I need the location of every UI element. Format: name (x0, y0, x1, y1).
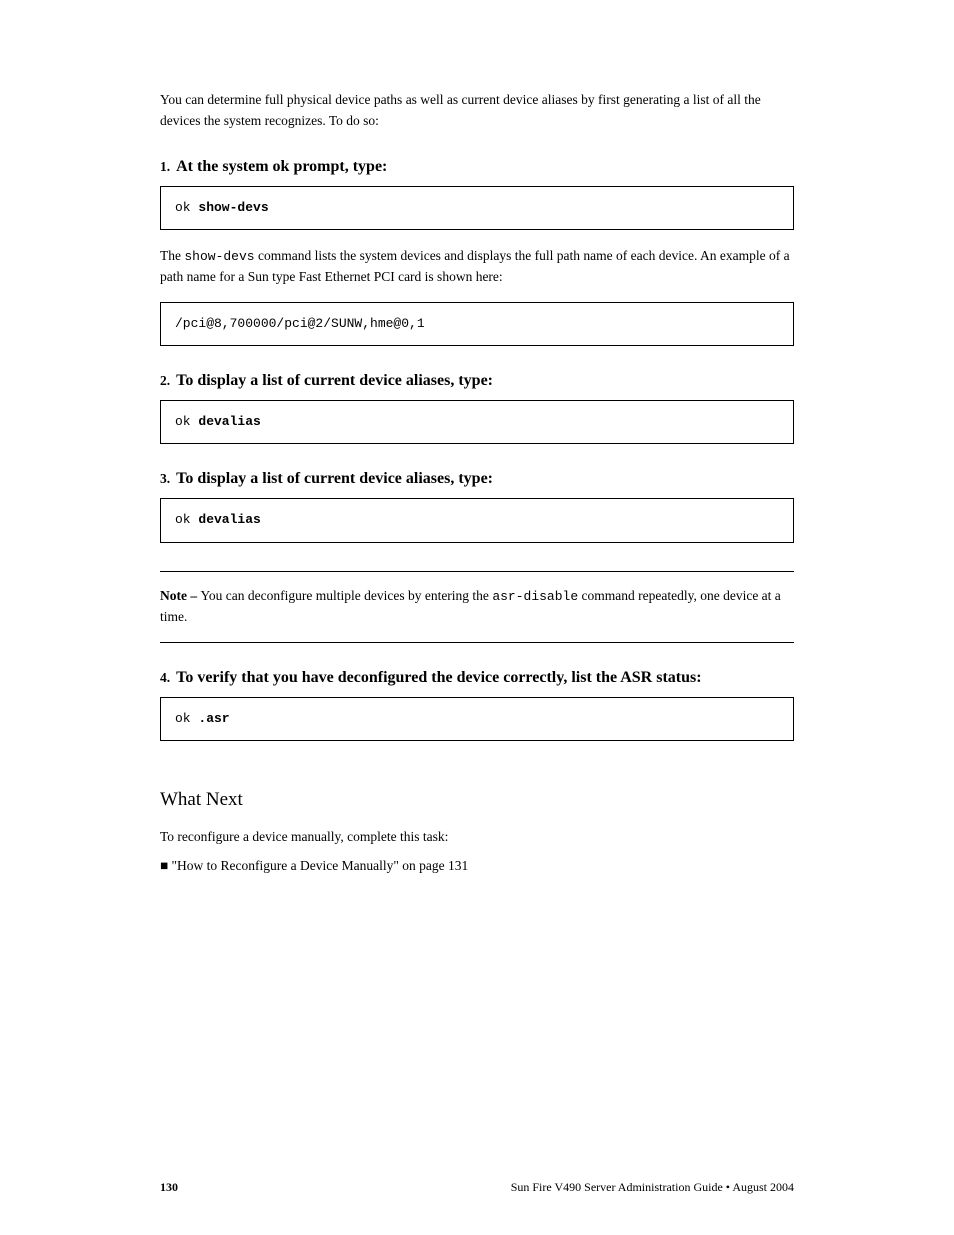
paragraph-2: The show-devs command lists the system d… (160, 246, 794, 288)
step-2-text: To display a list of current device alia… (176, 372, 493, 389)
step-4-number: 4. (160, 670, 170, 685)
step-1-line: 1. At the system ok prompt, type: (160, 158, 794, 176)
code3-cmd: devalias (198, 414, 260, 429)
step-2-line: 2. To display a list of current device al… (160, 372, 794, 390)
step-3-number: 3. (160, 471, 170, 486)
code1-cmd: show-devs (198, 200, 268, 215)
footer-doc-title: Sun Fire V490 Server Administration Guid… (511, 1180, 794, 1195)
code-box-5: ok .asr (160, 697, 794, 741)
step-3-line: 3. To display a list of current device al… (160, 470, 794, 488)
what-next-body: To reconfigure a device manually, comple… (160, 827, 794, 848)
para2-a: The (160, 248, 184, 263)
bullet-line: ■ "How to Reconfigure a Device Manually"… (160, 856, 794, 877)
code4-prompt: ok (175, 512, 198, 527)
page-footer: 130 Sun Fire V490 Server Administration … (160, 1180, 794, 1195)
code-box-4: ok devalias (160, 498, 794, 542)
bullet-icon: ■ (160, 858, 172, 873)
footer-page-number: 130 (160, 1180, 178, 1195)
page-container: You can determine full physical device p… (0, 0, 954, 1235)
code1-prompt: ok (175, 200, 198, 215)
note-inline-code: asr-disable (492, 589, 578, 604)
code-box-3: ok devalias (160, 400, 794, 444)
code5-prompt: ok (175, 711, 198, 726)
intro-paragraph: You can determine full physical device p… (160, 90, 794, 132)
step-2-number: 2. (160, 373, 170, 388)
note-body-a: You can deconfigure multiple devices by … (201, 588, 493, 603)
step-1-text: At the system ok prompt, type: (176, 158, 387, 175)
para2-inline-code: show-devs (184, 249, 254, 264)
code-box-2: /pci@8,700000/pci@2/SUNW,hme@0,1 (160, 302, 794, 346)
code5-cmd: .asr (198, 711, 229, 726)
step-4-line: 4. To verify that you have deconfigured t… (160, 669, 794, 687)
bullet-text: "How to Reconfigure a Device Manually" o… (172, 858, 469, 873)
para2-c: command lists the system devices and dis… (160, 248, 790, 284)
note-block: Note – You can deconfigure multiple devi… (160, 571, 794, 643)
note-label: Note – (160, 588, 201, 603)
step-3-text: To display a list of current device alia… (176, 470, 493, 487)
code-box-1: ok show-devs (160, 186, 794, 230)
step-4-text: To verify that you have deconfigured the… (176, 669, 701, 686)
what-next-heading: What Next (160, 789, 794, 811)
step-1-number: 1. (160, 159, 170, 174)
code3-prompt: ok (175, 414, 198, 429)
code4-cmd: devalias (198, 512, 260, 527)
